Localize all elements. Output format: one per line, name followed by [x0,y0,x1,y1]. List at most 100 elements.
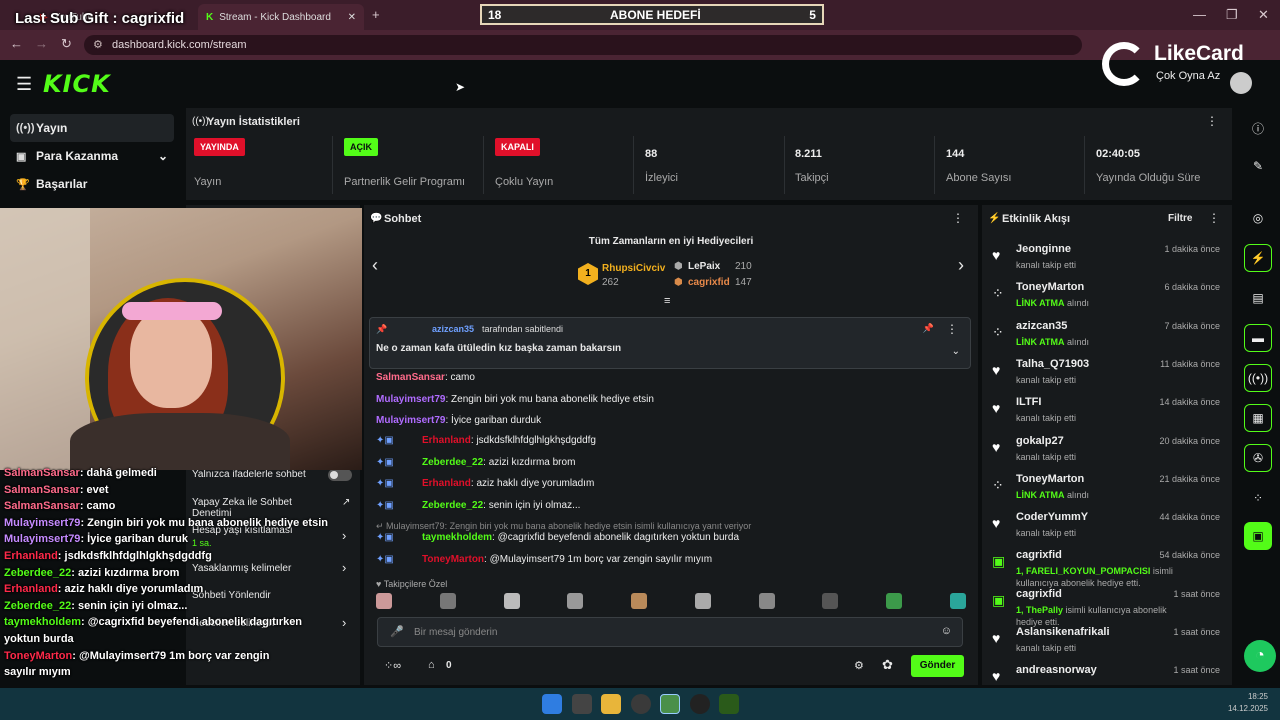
chat-username[interactable]: ToneyMarton [422,554,484,565]
activity-item[interactable]: ▣ cagrixfid 54 dakika önce 1, FARELI_KOYUN_… [990,549,1224,588]
unpin-icon[interactable]: 📌 [923,323,934,334]
emote-icon[interactable] [886,593,903,609]
activity-item[interactable]: ⁘ ToneyMarton 6 dakika önce LİNK ATMA alınd… [990,281,1224,319]
close-window-icon[interactable]: ✕ [1258,7,1269,23]
maximize-icon[interactable]: ❐ [1226,7,1238,23]
emote-icon[interactable] [567,593,584,609]
kick-app-icon[interactable] [719,694,739,714]
activity-username[interactable]: Talha_Q71903 [1016,358,1089,370]
task-view-icon[interactable] [572,694,592,714]
activity-item[interactable]: ⁘ azizcan35 7 dakika önce LİNK ATMA alındı [990,320,1224,358]
emote-icon[interactable] [949,593,966,609]
activity-item[interactable]: ⁘ ToneyMarton 21 dakika önce LİNK ATMA alın… [990,473,1224,511]
emoji-icon[interactable]: ☺ [941,625,952,637]
more-options-icon[interactable]: ⋮ [946,322,958,336]
activity-username[interactable]: Aslansikenafrikali [1016,626,1110,638]
minimize-icon[interactable]: — [1193,7,1206,22]
kick-logo[interactable]: KICK [43,70,111,98]
lightning-icon[interactable]: ⚡ [1244,244,1272,272]
chat-username[interactable]: SalmanSansar [376,372,445,383]
activity-item[interactable]: ▣ cagrixfid 1 saat önce 1, ThePally isimli … [990,588,1224,627]
info-icon[interactable]: ⓘ [1244,114,1272,142]
emote-icon[interactable] [631,593,648,609]
activity-item[interactable]: ♥ gokalp27 20 dakika önce kanalı takip etti [990,435,1224,473]
activity-item[interactable]: ♥ CoderYummY 44 dakika önce kanalı takip et… [990,511,1224,549]
chat-username[interactable]: Mulayimsert79 [376,415,445,426]
activity-username[interactable]: azizcan35 [1016,320,1067,332]
forward-icon[interactable]: → [35,36,48,51]
more-options-icon[interactable]: ⋮ [952,211,964,225]
document-icon[interactable]: ▤ [1244,284,1272,312]
file-explorer-icon[interactable] [601,694,621,714]
chat-username[interactable]: Zeberdee_22 [422,457,483,468]
bot-icon[interactable]: ✿ [882,657,893,673]
url-input[interactable]: ⚙ dashboard.kick.com/stream [84,35,1082,55]
chat-username[interactable]: Mulayimsert79 [376,394,445,405]
emote-icon[interactable] [694,593,711,609]
sidebar-item-basarilar[interactable]: 🏆 Başarılar [10,170,174,198]
chevron-down-icon[interactable]: ⌄ [952,346,960,357]
close-tab-icon[interactable]: ✕ [348,12,356,23]
new-tab-icon[interactable]: + [372,7,380,22]
activity-username[interactable]: cagrixfid [1016,549,1062,561]
more-options-icon[interactable]: ⋮ [1206,114,1218,128]
activity-item[interactable]: ♥ andreasnorway 1 saat önce [990,664,1224,685]
collapse-icon[interactable]: ≡ [664,295,670,307]
obs-icon[interactable] [631,694,651,714]
app-g-icon[interactable] [690,694,710,714]
pinned-by-user[interactable]: azizcan35 [432,324,474,334]
broadcast-icon[interactable]: ((•)) [1244,364,1272,392]
camera-icon[interactable]: ◎ [1244,204,1272,232]
site-info-icon[interactable]: ⚙ [93,35,103,55]
back-icon[interactable]: ← [10,36,23,51]
chat-username[interactable]: Erhanland [422,435,471,446]
overlay-chat-message: SalmanSansar: dahâ gelmedi [4,467,157,479]
chevron-right-icon[interactable]: › [958,255,964,276]
emote-icon[interactable] [758,593,775,609]
menu-icon[interactable]: ☰ [16,74,32,95]
emote-icon[interactable] [439,593,456,609]
activity-username[interactable]: cagrixfid [1016,588,1062,600]
edit-icon[interactable]: ✎ [1244,152,1272,180]
chat-bubble-icon[interactable]: ▬ [1244,324,1272,352]
activity-item[interactable]: ♥ Jeonginne 1 dakika önce kanalı takip etti [990,243,1224,281]
microphone-icon[interactable]: 🎤 [390,625,404,638]
emote-icon[interactable] [822,593,839,609]
activity-username[interactable]: andreasnorway [1016,664,1097,676]
chevron-left-icon[interactable]: ‹ [372,255,378,276]
gear-icon[interactable]: ⚙ [854,659,864,672]
avatar[interactable] [1230,72,1252,94]
activity-username[interactable]: ILTFI [1016,396,1041,408]
support-chat-icon[interactable]: ◔ [1244,640,1276,672]
sidebar-item-para-kazanma[interactable]: ▣ Para Kazanma ⌄ [10,142,174,170]
emote-icon[interactable] [376,593,392,609]
chat-username[interactable]: Zeberdee_22 [422,500,483,511]
activity-username[interactable]: ToneyMarton [1016,281,1084,293]
reload-icon[interactable]: ↻ [61,36,72,52]
store-icon[interactable]: ⌂ [428,659,435,671]
tab-kick-dashboard[interactable]: K Stream - Kick Dashboard ✕ [198,4,364,30]
points-icon[interactable]: ⁘ [1244,484,1272,512]
chrome-icon[interactable] [660,694,680,714]
sidebar-item-yayin[interactable]: ((•)) Yayın [10,114,174,142]
more-options-icon[interactable]: ⋮ [1208,211,1220,225]
activity-username[interactable]: gokalp27 [1016,435,1064,447]
windows-start-icon[interactable] [542,694,562,714]
activity-time: 1 dakika önce [1164,244,1220,254]
activity-item[interactable]: ♥ ILTFI 14 dakika önce kanalı takip etti [990,396,1224,434]
wrench-icon[interactable]: ✇ [1244,444,1272,472]
activity-username[interactable]: ToneyMarton [1016,473,1084,485]
chat-input[interactable]: 🎤 Bir mesaj gönderin ☺ [377,617,963,647]
emote-icon[interactable] [503,593,520,609]
channel-points-icon[interactable]: ⁘∞ [384,659,401,672]
chat-username[interactable]: Erhanland [422,478,471,489]
activity-username[interactable]: CoderYummY [1016,511,1088,523]
chat-username[interactable]: taymekholdem [422,532,492,543]
layout-icon[interactable]: ▦ [1244,404,1272,432]
activity-item[interactable]: ♥ Talha_Q71903 11 dakika önce kanalı takip … [990,358,1224,396]
filter-button[interactable]: Filtre [1168,213,1192,224]
activity-item[interactable]: ♥ Aslansikenafrikali 1 saat önce kanalı tak… [990,626,1224,664]
app-icon[interactable]: ▣ [1244,522,1272,550]
send-button[interactable]: Gönder [911,655,964,677]
activity-username[interactable]: Jeonginne [1016,243,1071,255]
